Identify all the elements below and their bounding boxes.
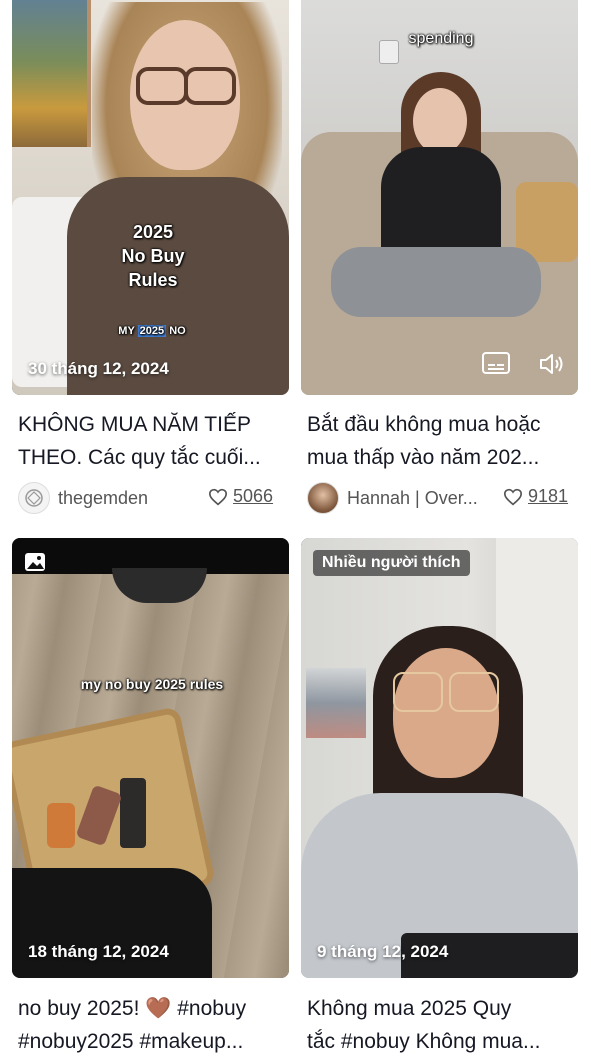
wall-painting (12, 0, 91, 147)
overlay-text: my no buy 2025 rules (80, 676, 224, 692)
video-date: 30 tháng 12, 2024 (28, 359, 169, 378)
video-caption[interactable]: no buy 2025! 🤎 #nobuy #nobuy2025 #makeup… (18, 992, 290, 1058)
glasses (136, 67, 236, 105)
heart-icon (503, 488, 523, 505)
overlay-subtitle: MY 2025 NO (118, 325, 186, 337)
pants (331, 247, 541, 317)
like-count[interactable]: 9181 (503, 486, 568, 507)
captions-icon[interactable] (481, 352, 511, 376)
author-name: thegemden (58, 487, 149, 508)
wall-art (306, 668, 366, 738)
bottle (120, 778, 146, 848)
author-row[interactable]: thegemden (18, 482, 193, 514)
video-thumbnail[interactable]: spending (301, 0, 578, 395)
author-avatar (307, 482, 339, 514)
video-caption[interactable]: Không mua 2025 Quy tắc #nobuy Không mua.… (307, 992, 579, 1058)
video-caption[interactable]: Bắt đầu không mua hoặc mua thấp vào năm … (307, 408, 579, 474)
video-thumbnail[interactable]: Nhiều người thích 9 tháng 12, 2024 (301, 538, 578, 978)
author-row[interactable]: Hannah | Over... (307, 482, 487, 514)
video-thumbnail[interactable]: my no buy 2025 rules 18 tháng 12, 2024 (12, 538, 289, 978)
video-thumbnail[interactable]: 2025 No Buy Rules MY 2025 NO 30 tháng 12… (12, 0, 289, 395)
overlay-title: 2025 No Buy Rules (121, 222, 185, 290)
person-face (393, 648, 499, 778)
glasses (393, 672, 499, 712)
video-date: 9 tháng 12, 2024 (317, 942, 449, 961)
heart-icon (208, 488, 228, 505)
bottle (47, 803, 75, 848)
author-avatar (18, 482, 50, 514)
volume-icon[interactable] (537, 352, 567, 376)
overlay-top-text: spending (408, 30, 474, 47)
person-face (413, 88, 467, 154)
author-name: Hannah | Over... (347, 487, 478, 508)
video-caption[interactable]: KHÔNG MUA NĂM TIẾP THEO. Các quy tắc cuố… (18, 408, 290, 474)
video-date: 18 tháng 12, 2024 (28, 942, 169, 961)
photo-icon (24, 552, 46, 572)
popular-badge: Nhiều người thích (313, 550, 470, 576)
like-count[interactable]: 5066 (208, 486, 273, 507)
